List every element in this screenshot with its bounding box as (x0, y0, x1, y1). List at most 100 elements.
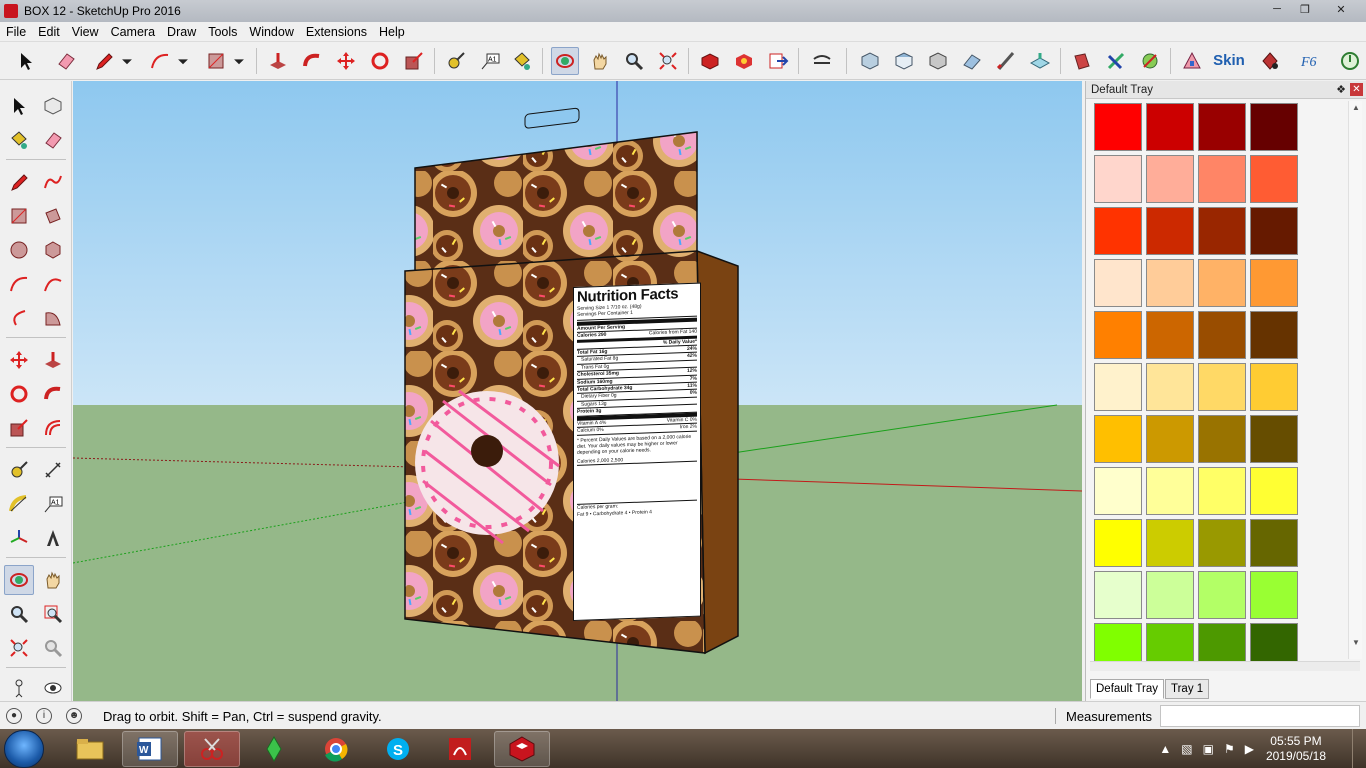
make-component-icon[interactable] (38, 91, 68, 121)
color-swatch[interactable] (1146, 259, 1194, 307)
color-swatch[interactable] (1198, 571, 1246, 619)
axes-icon[interactable] (4, 523, 34, 553)
color-swatch[interactable] (1094, 415, 1142, 463)
color-swatch[interactable] (1094, 571, 1142, 619)
color-swatch[interactable] (1198, 467, 1246, 515)
color-swatch[interactable] (1094, 311, 1142, 359)
line-icon[interactable] (4, 167, 34, 197)
offset-icon[interactable] (38, 413, 68, 443)
color-swatch[interactable] (1094, 207, 1142, 255)
user-icon[interactable]: ☻ (66, 707, 82, 724)
color-swatch[interactable] (1250, 259, 1298, 307)
tab-tray-1[interactable]: Tray 1 (1165, 679, 1210, 699)
push-pull-icon[interactable] (264, 47, 292, 75)
file-explorer-icon[interactable] (62, 731, 118, 767)
color-swatch[interactable] (1250, 467, 1298, 515)
color-swatch[interactable] (1094, 259, 1142, 307)
color-swatch[interactable] (1146, 467, 1194, 515)
orbit-icon[interactable] (551, 47, 579, 75)
tape-measure-icon[interactable] (442, 47, 470, 75)
arc-icon[interactable] (146, 47, 174, 75)
texture-tools-icon[interactable] (1178, 47, 1206, 75)
look-around-icon[interactable] (38, 673, 68, 703)
sims-icon[interactable] (246, 731, 302, 767)
color-swatch[interactable] (1094, 519, 1142, 567)
scale-icon[interactable] (4, 413, 34, 443)
volume-icon[interactable]: ▶ (1245, 742, 1254, 756)
protractor-icon[interactable] (4, 489, 34, 519)
follow-me-icon[interactable] (298, 47, 326, 75)
minimize-button[interactable]: ─ (1264, 0, 1290, 18)
skype-icon[interactable]: S (370, 731, 426, 767)
extension-warehouse-icon[interactable] (730, 47, 758, 75)
color-swatch[interactable] (1094, 363, 1142, 411)
rectangle-icon[interactable] (4, 201, 34, 231)
color-swatch[interactable] (1146, 363, 1194, 411)
sandbox-icon[interactable] (1026, 47, 1054, 75)
right-view-icon[interactable] (958, 47, 986, 75)
extension-icon[interactable] (1102, 47, 1130, 75)
word-icon[interactable]: W (122, 731, 178, 767)
sketchup-icon[interactable] (494, 731, 550, 767)
color-swatch[interactable] (1146, 415, 1194, 463)
pan-icon[interactable] (586, 47, 614, 75)
menu-draw[interactable]: Draw (161, 22, 202, 42)
start-button[interactable] (4, 730, 44, 768)
color-swatch[interactable] (1094, 103, 1142, 151)
3d-text-icon[interactable] (38, 523, 68, 553)
scale-icon[interactable] (400, 47, 428, 75)
menu-file[interactable]: File (0, 22, 32, 42)
paint-bucket-icon[interactable] (4, 125, 34, 155)
model-viewport[interactable]: Nutrition Facts Serving Size 1 7/10 oz. … (73, 81, 1082, 701)
color-swatch[interactable] (1094, 155, 1142, 203)
circle-icon[interactable] (4, 235, 34, 265)
color-swatch[interactable] (1198, 311, 1246, 359)
pie-icon[interactable] (38, 303, 68, 333)
color-swatch[interactable] (1198, 363, 1246, 411)
scroll-up-icon[interactable]: ▲ (1352, 103, 1360, 112)
polygon-icon[interactable] (38, 235, 68, 265)
color-swatch[interactable] (1250, 415, 1298, 463)
tab-default-tray[interactable]: Default Tray (1090, 679, 1164, 699)
action-center-icon[interactable]: ⚑ (1224, 742, 1235, 756)
zoom-icon[interactable] (620, 47, 648, 75)
color-swatch[interactable] (1250, 207, 1298, 255)
color-swatch[interactable] (1146, 311, 1194, 359)
rectangle-icon[interactable] (202, 47, 230, 75)
pin-icon[interactable]: ❖ (1336, 83, 1346, 96)
pan-icon[interactable] (38, 565, 68, 595)
close-button[interactable]: ✕ (1320, 0, 1362, 18)
acrobat-icon[interactable] (432, 731, 488, 767)
color-swatch[interactable] (1146, 207, 1194, 255)
texture-icon[interactable] (1068, 47, 1096, 75)
zoom-window-icon[interactable] (38, 599, 68, 629)
select-icon[interactable] (12, 47, 40, 75)
move-icon[interactable] (4, 345, 34, 375)
text-icon[interactable]: A1 (476, 47, 504, 75)
text-icon[interactable]: A1 (38, 489, 68, 519)
plugin-icon[interactable] (1136, 47, 1164, 75)
3d-warehouse-icon[interactable] (696, 47, 724, 75)
color-swatch[interactable] (1198, 415, 1246, 463)
tray-vertical-scrollbar[interactable]: ▲ ▼ (1348, 101, 1362, 659)
formula-icon[interactable]: F6 (1296, 47, 1324, 75)
top-view-icon[interactable] (890, 47, 918, 75)
menu-view[interactable]: View (66, 22, 105, 42)
zoom-extents-icon[interactable] (4, 633, 34, 663)
tape-measure-icon[interactable] (4, 455, 34, 485)
previous-view-icon[interactable] (38, 633, 68, 663)
scroll-down-icon[interactable]: ▼ (1352, 638, 1360, 647)
show-hidden-icons[interactable]: ▲ (1159, 742, 1171, 756)
color-swatch[interactable] (1198, 207, 1246, 255)
clock[interactable]: 05:55 PM 2019/05/18 (1266, 734, 1326, 764)
color-swatch[interactable] (1146, 155, 1194, 203)
section-plane-icon[interactable] (992, 47, 1020, 75)
3-point-arc-icon[interactable] (4, 303, 34, 333)
2-point-arc-icon[interactable] (38, 269, 68, 299)
rotate-icon[interactable] (4, 379, 34, 409)
snipping-tool-icon[interactable] (184, 731, 240, 767)
rotate-icon[interactable] (366, 47, 394, 75)
select-icon[interactable] (4, 91, 34, 121)
color-swatch[interactable] (1146, 571, 1194, 619)
device-icon[interactable]: ▣ (1203, 742, 1214, 756)
